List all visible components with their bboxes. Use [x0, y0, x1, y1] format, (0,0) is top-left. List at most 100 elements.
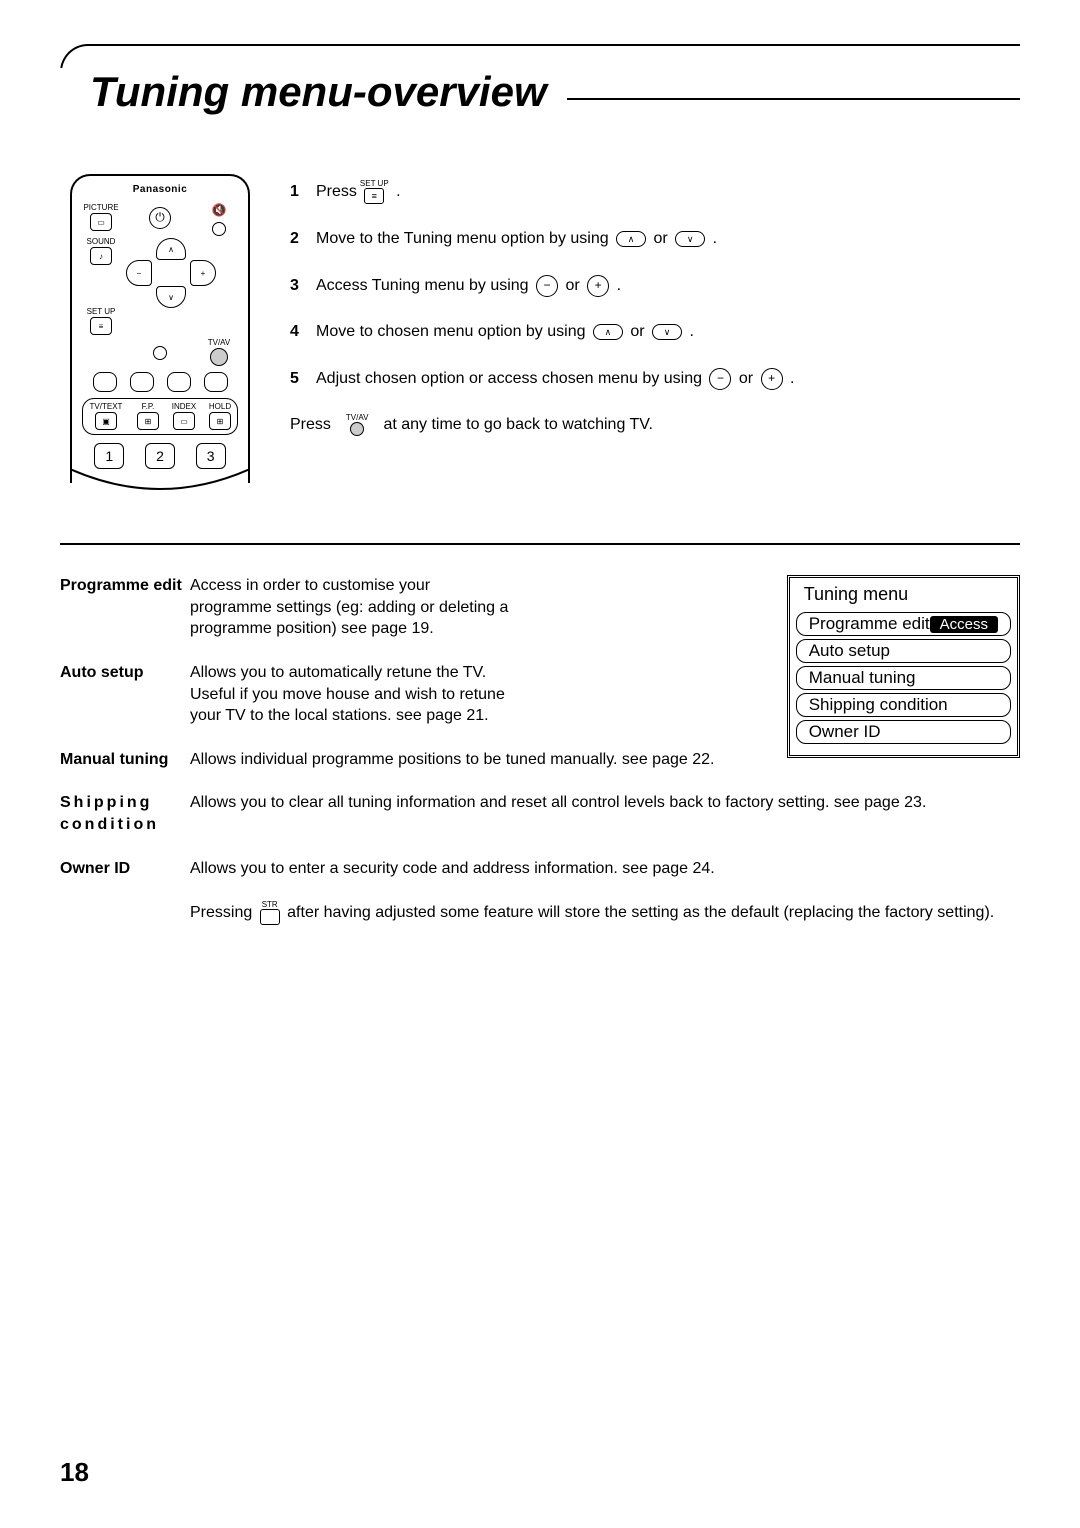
definition-desc: Allows you to automatically retune the T…: [190, 662, 510, 727]
page-title: Tuning menu-overview: [60, 68, 567, 116]
up-icon: ∧: [616, 231, 646, 247]
str-icon-label: STR: [262, 901, 278, 909]
osd-item: Owner ID: [796, 720, 1011, 744]
osd-item: Shipping condition: [796, 693, 1011, 717]
setup-icon: SET UP≡: [360, 180, 389, 204]
color-button: [167, 372, 191, 392]
osd-item-label: Shipping condition: [809, 695, 948, 715]
picture-button: ▭: [90, 213, 112, 231]
number-row: 1 2 3: [84, 443, 236, 469]
setup-button: ≡: [90, 317, 112, 335]
osd-item-label: Owner ID: [809, 722, 881, 742]
footnote: Pressing STR after having adjusted some …: [190, 901, 1020, 925]
remote-bottom-curve: [70, 469, 250, 497]
label-tvav: TV/AV: [208, 339, 231, 347]
step-text: Move to chosen menu option by using ∧ or…: [316, 321, 694, 343]
index-button: ▭: [173, 412, 195, 430]
step-footer-before: Press: [290, 414, 331, 436]
tvtext-button: ▣: [95, 412, 117, 430]
step-row: 5 Adjust chosen option or access chosen m…: [290, 368, 1020, 391]
label-setup: SET UP: [87, 308, 116, 316]
definition-term: Manual tun­ing: [60, 749, 190, 771]
step-footer: Press TV/AV at any time to go back to wa…: [290, 414, 1020, 436]
dpad-left: −: [126, 260, 152, 286]
label-hold: HOLD: [209, 403, 231, 411]
osd-menu: Tuning menu Programme editAccess Auto set…: [787, 575, 1020, 758]
step-text: PressSET UP≡ .: [316, 180, 401, 204]
step-row: 1PressSET UP≡ .: [290, 180, 1020, 204]
osd-title: Tuning menu: [796, 584, 1011, 609]
step-footer-after: at any time to go back to watching TV.: [383, 414, 653, 436]
lower-section: Programme editAccess in order to customi…: [60, 575, 1020, 925]
definition-desc: Allows you to enter a security code and …: [190, 858, 1020, 880]
definition-term: Owner ID: [60, 858, 190, 880]
num-key-3: 3: [196, 443, 226, 469]
osd-column: Tuning menu Programme editAccess Auto set…: [787, 575, 1020, 758]
fp-button: ⊞: [137, 412, 159, 430]
down-icon: ∨: [652, 324, 682, 340]
tvav-icon-label: TV/AV: [346, 414, 369, 422]
num-key-2: 2: [145, 443, 175, 469]
remote-brand: Panasonic: [78, 184, 242, 195]
label-index: INDEX: [172, 403, 196, 411]
dpad-right: +: [190, 260, 216, 286]
label-fp: F.P.: [142, 403, 155, 411]
power-button: ⏻: [149, 207, 171, 229]
osd-item: Manual tuning: [796, 666, 1011, 690]
minus-icon: −: [536, 275, 558, 297]
footnote-after: after having adjusted some feature will …: [287, 904, 994, 921]
definition-term: Programme edit: [60, 575, 190, 640]
top-section: Panasonic PICTURE ▭ ⏻ 🔇 SOUND ♪ ∧ ∨: [60, 174, 1020, 483]
num-key-1: 1: [94, 443, 124, 469]
color-button: [93, 372, 117, 392]
plus-icon: +: [587, 275, 609, 297]
teletext-row: TV/TEXT ▣ F.P. ⊞ INDEX ▭ HOLD ⊞: [82, 398, 238, 435]
definition-term: Shipping condition: [60, 792, 190, 835]
step-number: 5: [290, 368, 304, 390]
step-number: 3: [290, 275, 304, 297]
str-icon: STR: [260, 901, 280, 925]
step-text: Adjust chosen option or access chosen me…: [316, 368, 794, 391]
step-row: 2 Move to the Tuning menu option by using…: [290, 228, 1020, 250]
tvav-icon: TV/AV: [346, 414, 369, 436]
page-title-wrap: Tuning menu-overview: [60, 40, 1020, 144]
remote-column: Panasonic PICTURE ▭ ⏻ 🔇 SOUND ♪ ∧ ∨: [60, 174, 260, 483]
section-divider: [60, 543, 1020, 545]
label-tvtext: TV/TEXT: [90, 403, 123, 411]
step-text: Access Tuning menu by using − or + .: [316, 275, 621, 298]
color-button: [204, 372, 228, 392]
dpad: ∧ ∨ − +: [126, 238, 216, 308]
remote-diagram: Panasonic PICTURE ▭ ⏻ 🔇 SOUND ♪ ∧ ∨: [70, 174, 250, 483]
hold-button: ⊞: [209, 412, 231, 430]
osd-item-label: Manual tuning: [809, 668, 916, 688]
steps-column: 1PressSET UP≡ . 2 Move to the Tuning menu …: [290, 174, 1020, 483]
label-sound: SOUND: [87, 238, 116, 246]
page-number: 18: [60, 1457, 89, 1488]
mute-icon: 🔇: [208, 199, 230, 221]
osd-item-label: Programme edit: [809, 614, 930, 634]
minus-icon: −: [709, 368, 731, 390]
step-number: 2: [290, 228, 304, 250]
dpad-up: ∧: [156, 238, 186, 260]
definition-desc: Allows you to clear all tuning informati…: [190, 792, 1020, 835]
label-picture: PICTURE: [83, 204, 118, 212]
osd-item: Auto setup: [796, 639, 1011, 663]
plus-icon: +: [761, 368, 783, 390]
mute-button: [212, 222, 226, 236]
sound-button: ♪: [90, 247, 112, 265]
up-icon: ∧: [593, 324, 623, 340]
n-button: [153, 346, 167, 360]
step-row: 4 Move to chosen menu option by using ∧ o…: [290, 321, 1020, 343]
osd-item: Programme editAccess: [796, 612, 1011, 636]
tvav-button: [210, 348, 228, 366]
definition-desc: Access in order to customise your progra…: [190, 575, 510, 640]
color-button: [130, 372, 154, 392]
step-number: 4: [290, 321, 304, 343]
step-row: 3 Access Tuning menu by using − or + .: [290, 275, 1020, 298]
color-buttons-row: [86, 372, 234, 392]
step-text: Move to the Tuning menu option by using …: [316, 228, 717, 250]
down-icon: ∨: [675, 231, 705, 247]
definition-term: Auto setup: [60, 662, 190, 727]
footnote-before: Pressing: [190, 904, 257, 921]
dpad-down: ∨: [156, 286, 186, 308]
